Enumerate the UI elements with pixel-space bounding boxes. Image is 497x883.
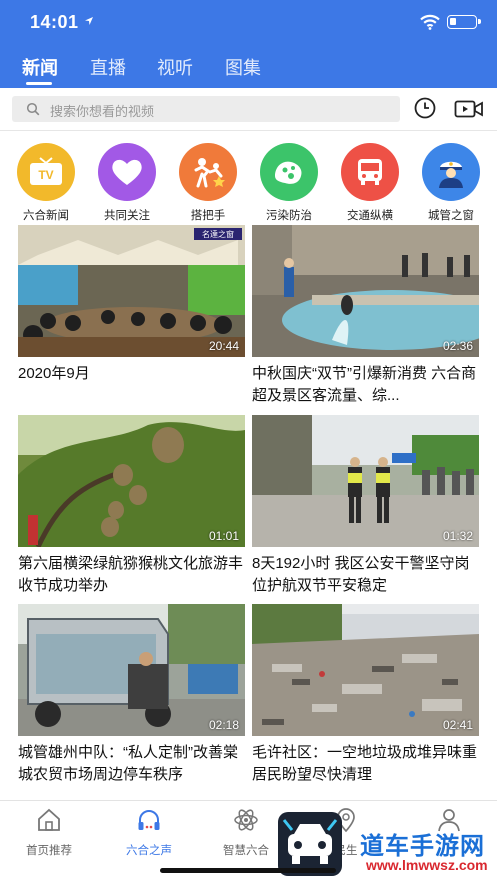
video-thumbnail: 02:36 [252,225,479,357]
video-title: 中秋国庆“双节”引爆新消费 六合商超及景区客流量、综... [252,365,477,404]
tab-live[interactable]: 直播 [90,54,126,80]
active-tab-indicator [26,82,52,85]
tv-icon: TV [17,143,75,201]
nav-label: 智慧六合 [223,845,269,857]
category-label: 交通纵横 [347,210,393,222]
watermark-title: 道车手游网 [360,833,485,860]
video-duration: 20:44 [208,339,239,353]
home-icon [38,808,60,831]
watermark-logo [278,812,342,876]
category-label: 共同关注 [104,210,150,222]
bus-icon [341,143,399,201]
tab-audiovisual[interactable]: 视听 [157,54,193,80]
video-card[interactable]: 01:32 8天192小时 我区公安干警坚守岗位护航双节平安稳定 [252,415,479,597]
video-thumbnail: 02:18 [18,604,245,736]
category-urban-management[interactable]: 城管之窗 [416,143,486,223]
category-label: 污染防治 [266,210,312,222]
tab-news[interactable]: 新闻 [22,54,58,80]
tab-gallery[interactable]: 图集 [225,54,261,80]
video-duration: 01:32 [442,529,473,543]
video-title: 城管雄州中队：“私人定制”改善棠城农贸市场周边停车秩序 [18,744,238,783]
home-indicator [160,868,336,873]
video-title: 毛许社区：一空地垃圾成堆异味重 居民盼望尽快清理 [252,744,478,783]
svg-text:TV: TV [38,168,53,182]
video-title: 8天192小时 我区公安干警坚守岗位护航双节平安稳定 [252,555,470,594]
category-label: 六合新闻 [23,210,69,222]
video-camera-icon[interactable] [454,99,484,119]
officer-icon [422,143,480,201]
svg-text:名達之窗: 名達之窗 [202,229,234,239]
video-duration: 02:36 [442,339,473,353]
heart-icon [98,143,156,201]
helping-hand-icon [179,143,237,201]
top-tabs: 新闻 直播 视听 图集 [0,50,497,88]
watermark-url: www.lmwwsz.com [366,857,488,873]
headphones-icon [138,810,160,830]
video-duration: 02:41 [442,718,473,732]
video-thumbnail: 02:41 [252,604,479,736]
category-liuhe-news[interactable]: TV 六合新闻 [11,143,81,223]
video-thumbnail: 名達之窗 20:44 [18,225,245,357]
video-card[interactable]: 02:36 中秋国庆“双节”引爆新消费 六合商超及景区客流量、综... [252,225,479,407]
battery-icon [447,15,481,29]
search-placeholder: 搜索你想看的视频 [50,104,155,119]
category-label: 城管之窗 [428,210,474,222]
top-header: 14:01 新闻 直播 视听 图集 [0,0,497,88]
video-title: 第六届横梁绿航猕猴桃文化旅游丰收节成功举办 [18,555,244,594]
wifi-icon [420,14,440,30]
search-input[interactable]: 搜索你想看的视频 [12,96,400,122]
nav-label: 六合之声 [126,845,172,857]
video-card[interactable]: 01:01 第六届横梁绿航猕猴桃文化旅游丰收节成功举办 [18,415,245,597]
pollution-icon [260,143,318,201]
video-thumbnail: 01:01 [18,415,245,547]
nav-liuhe-voice[interactable]: 六合之声 [109,807,189,858]
category-common-concern[interactable]: 共同关注 [92,143,162,223]
category-pollution-control[interactable]: 污染防治 [254,143,324,223]
search-icon [26,102,40,116]
nav-label: 首页推荐 [26,845,72,857]
video-duration: 02:18 [208,718,239,732]
video-thumbnail: 01:32 [252,415,479,547]
nav-home-recommend[interactable]: 首页推荐 [9,807,89,858]
video-title: 2020年9月 [18,365,90,382]
category-helping-hand[interactable]: 搭把手 [173,143,243,223]
history-clock-icon[interactable] [413,96,437,120]
video-duration: 01:01 [208,529,239,543]
divider [0,130,497,131]
category-label: 搭把手 [190,210,226,222]
video-card[interactable]: 名達之窗 20:44 2020年9月 [18,225,245,407]
status-time: 14:01 [30,12,79,32]
category-traffic[interactable]: 交通纵横 [335,143,405,223]
video-card[interactable]: 02:18 城管雄州中队：“私人定制”改善棠城农贸市场周边停车秩序 [18,604,245,786]
atom-icon [234,809,258,831]
nav-smart-liuhe[interactable]: 智慧六合 [206,807,286,858]
status-bar: 14:01 [0,0,497,46]
location-arrow-icon [85,17,93,25]
video-card[interactable]: 02:41 毛许社区：一空地垃圾成堆异味重 居民盼望尽快清理 [252,604,479,786]
